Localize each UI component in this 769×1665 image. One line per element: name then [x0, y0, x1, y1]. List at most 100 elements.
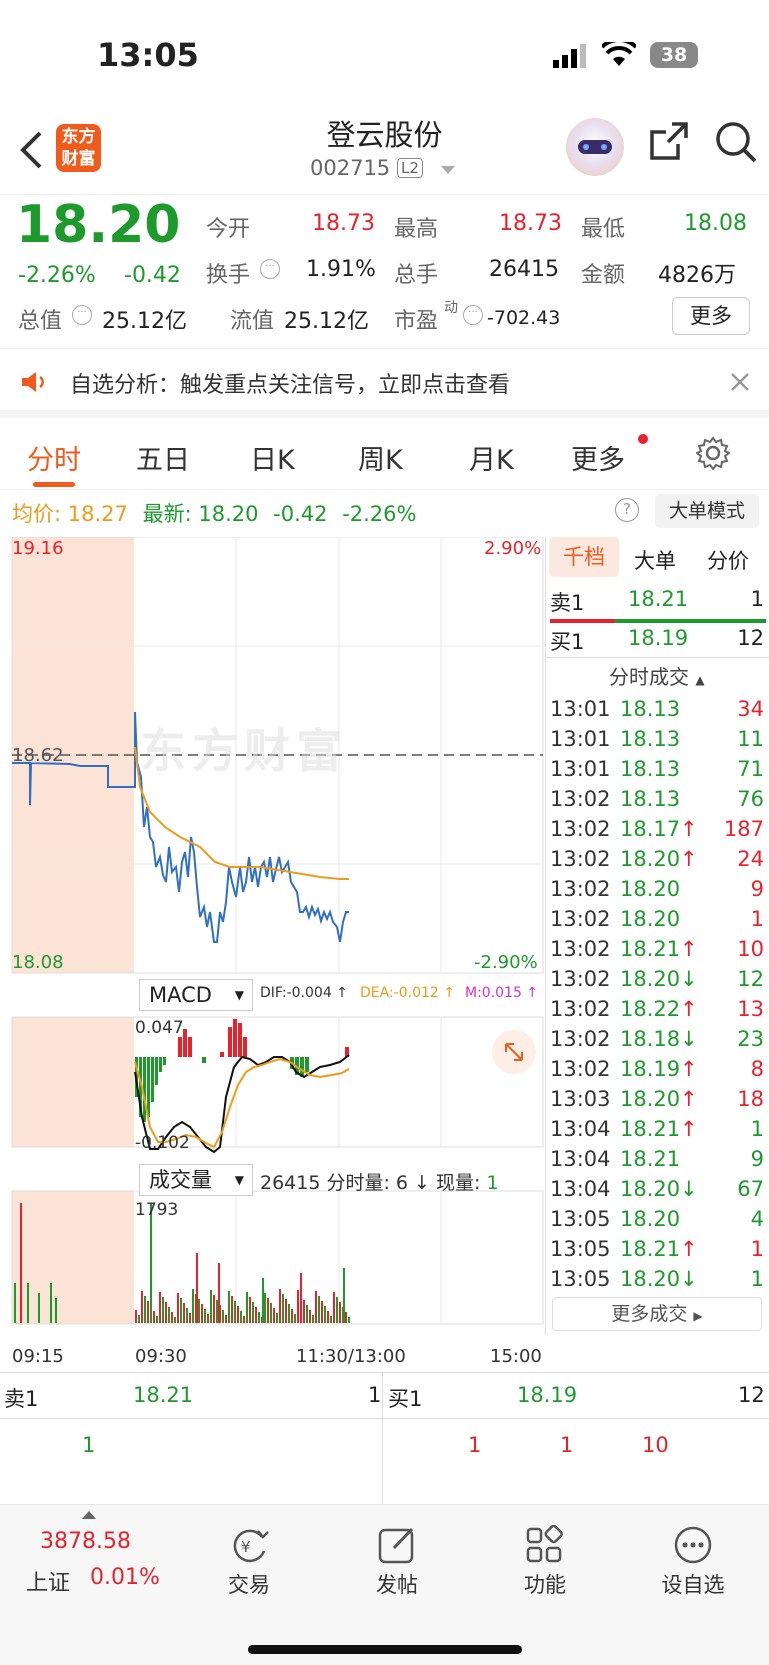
share-icon[interactable]	[648, 120, 690, 162]
expand-icon[interactable]	[492, 1030, 536, 1074]
expand-up-icon[interactable]	[82, 1511, 96, 1519]
volume-bar	[291, 1309, 293, 1323]
m-value: M:0.015 ↑	[465, 985, 539, 1001]
trade-volume: 1	[750, 1267, 764, 1291]
help-icon[interactable]: ?	[615, 498, 639, 522]
info-icon[interactable]: ···	[72, 305, 92, 325]
tab-large-orders[interactable]: 大单	[634, 545, 676, 575]
trade-row: 13:02 18.13 76	[546, 787, 769, 819]
volume-bar	[273, 1308, 275, 1323]
info-icon[interactable]: ···	[463, 305, 483, 325]
tab-intraday[interactable]: 分时	[27, 438, 81, 477]
volume-bar	[348, 1317, 350, 1323]
tab-daily-k[interactable]: 日K	[250, 438, 295, 477]
volume-bar	[156, 1316, 158, 1323]
trade-time: 13:02	[550, 1057, 611, 1081]
volume-bar	[147, 1301, 149, 1323]
tab-weekly-k[interactable]: 周K	[358, 438, 403, 477]
turnover-value: 1.91%	[306, 257, 376, 282]
trade-price: 18.21	[620, 1237, 681, 1261]
trade-direction: ↓	[680, 1027, 698, 1051]
macd-bottom-value: -0.102	[135, 1133, 190, 1153]
bid-label: 买1	[550, 630, 585, 654]
volume-bar	[318, 1296, 320, 1323]
info-icon[interactable]: ···	[260, 259, 280, 279]
chevron-down-icon[interactable]	[441, 166, 455, 174]
turnover-label: 换手	[206, 263, 251, 288]
bid-price: 18.19	[628, 626, 689, 650]
level2-badge[interactable]: L2	[397, 158, 423, 178]
volume-bar	[343, 1268, 345, 1323]
bottom-bid-price: 18.19	[517, 1383, 578, 1407]
trade-row: 13:02 18.18 ↓ 23	[546, 1027, 769, 1059]
volume-bar	[222, 1310, 224, 1323]
intraday-chart[interactable]	[0, 537, 545, 1347]
nav-add-watchlist[interactable]: 设自选	[633, 1505, 753, 1599]
assistant-avatar-icon[interactable]	[566, 118, 624, 176]
trade-price: 18.20	[620, 1267, 681, 1291]
macd-top-value: 0.047	[135, 1018, 184, 1038]
more-button[interactable]: 更多	[672, 297, 750, 335]
large-order-mode-button[interactable]: 大单模式	[655, 494, 759, 528]
analysis-banner[interactable]: 自选分析：触发重点关注信号，立即点击查看	[0, 350, 769, 418]
trade-price: 18.20	[620, 1207, 681, 1231]
close-icon[interactable]	[730, 372, 750, 392]
index-value[interactable]: 3878.58	[40, 1529, 131, 1554]
trade-volume: 1	[750, 907, 764, 931]
trade-row: 13:05 18.21 ↑ 1	[546, 1237, 769, 1269]
index-name[interactable]: 上证	[26, 1565, 70, 1597]
trade-volume: 9	[750, 1147, 764, 1171]
tab-five-day[interactable]: 五日	[136, 438, 190, 477]
trade-row: 13:01 18.13 11	[546, 727, 769, 759]
tab-depth[interactable]: 千档	[549, 537, 619, 577]
more-trades-button[interactable]: 更多成交 ▶	[552, 1297, 762, 1331]
trade-volume: 1	[750, 1237, 764, 1261]
price-info-line: 均价: 18.27 最新: 18.20 -0.42 -2.26%	[12, 498, 416, 528]
trade-row: 13:02 18.19 ↑ 8	[546, 1057, 769, 1089]
nav-post[interactable]: 发帖	[337, 1505, 457, 1599]
volume-bar	[279, 1289, 281, 1323]
volume-bar	[38, 1293, 40, 1323]
last-label: 最新:	[142, 502, 192, 526]
trade-row: 13:02 18.22 ↑ 13	[546, 997, 769, 1029]
volume-bar	[141, 1291, 143, 1323]
volume-info-text: 26415 分时量: 6 ↓ 现量:	[260, 1172, 487, 1194]
trade-time: 13:01	[550, 697, 611, 721]
trade-direction: ↑	[680, 847, 698, 871]
trades-title[interactable]: 分时成交 ▲	[609, 661, 705, 690]
trade-time: 13:02	[550, 967, 611, 991]
ask-price: 18.21	[628, 587, 689, 611]
trade-price: 18.20	[620, 877, 681, 901]
trade-time: 13:04	[550, 1117, 611, 1141]
volume-bar	[282, 1294, 284, 1323]
nav-functions[interactable]: 功能	[485, 1505, 605, 1599]
trade-row: 13:01 18.13 34	[546, 697, 769, 729]
search-icon[interactable]	[714, 120, 758, 164]
indicator-select[interactable]: MACD ▼	[139, 979, 253, 1011]
last-change: -0.42	[273, 502, 328, 526]
trade-row: 13:02 18.20 ↑ 24	[546, 847, 769, 879]
volume-label: 总手	[394, 263, 439, 288]
tab-price-distribution[interactable]: 分价	[707, 545, 749, 575]
chevron-right-icon: ▶	[693, 1309, 703, 1323]
settings-gear-icon[interactable]	[696, 436, 730, 470]
volume-bar	[189, 1313, 191, 1323]
trade-price: 18.20	[620, 1177, 681, 1201]
tab-monthly-k[interactable]: 月K	[469, 438, 514, 477]
tab-more[interactable]: 更多	[571, 438, 625, 477]
volume-bar	[276, 1313, 278, 1323]
trade-direction: ↑	[680, 1057, 698, 1081]
bottom-right-order-3: 10	[642, 1433, 669, 1457]
nav-post-label: 发帖	[376, 1573, 418, 1597]
volume-bar	[306, 1305, 308, 1323]
volume-select[interactable]: 成交量 ▼	[139, 1164, 253, 1196]
trade-price: 18.21	[620, 1147, 681, 1171]
status-time: 13:05	[97, 36, 199, 74]
volume-bar	[270, 1303, 272, 1323]
dea-value: DEA:-0.012 ↑	[360, 985, 455, 1001]
nav-trade[interactable]: ¥ 交易	[189, 1505, 309, 1599]
x-label-close: 15:00	[490, 1346, 542, 1367]
index-percent[interactable]: 0.01%	[90, 1565, 160, 1590]
trade-row: 13:02 18.21 ↑ 10	[546, 937, 769, 969]
volume-bar	[218, 1263, 220, 1323]
